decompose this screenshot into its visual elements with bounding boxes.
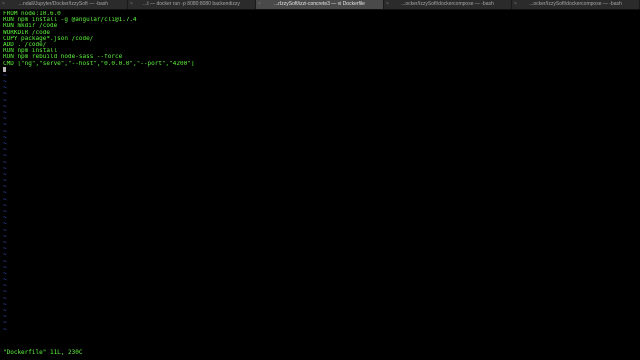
terminal-tab[interactable]: × ...ocker/IzzySoft/dockercompose — -bash — [384, 0, 512, 9]
empty-line-marker: ~ — [3, 326, 7, 333]
terminal-tab[interactable]: × ...rIzzySoft/izzi-concrete3 — vi Docker… — [256, 0, 384, 9]
terminal-tab[interactable]: × ...ndall/Jupyter/Docker/IzzySoft — -bas… — [0, 0, 128, 9]
terminal-tab-bar: × ...ndall/Jupyter/Docker/IzzySoft — -bas… — [0, 0, 640, 10]
terminal-tab-label: ...ocker/IzzySoft/dockercompose — -bash — [401, 1, 494, 7]
close-tab-icon[interactable]: × — [130, 0, 133, 9]
terminal-tab[interactable]: × ...t — docker run -p 8080:8080 backendi… — [128, 0, 256, 9]
text-cursor — [3, 66, 6, 72]
close-tab-icon[interactable]: × — [386, 0, 389, 9]
terminal-tab-label: ...rIzzySoft/izzi-concrete3 — vi Dockerf… — [274, 1, 365, 7]
close-tab-icon[interactable]: × — [258, 0, 261, 9]
vim-status-line: "Dockerfile" 11L, 230C — [3, 349, 83, 356]
terminal-tab-label: ...ndall/Jupyter/Docker/IzzySoft — -bash — [18, 1, 109, 7]
terminal-tab[interactable]: × ...ocker/IzzySoft/dockercompose — -bash — [512, 0, 640, 9]
close-tab-icon[interactable]: × — [514, 0, 517, 9]
terminal-tab-label: ...ocker/IzzySoft/dockercompose — -bash — [529, 1, 622, 7]
close-tab-icon[interactable]: × — [2, 0, 5, 9]
vim-editor-buffer[interactable]: FROM node:10.6.0 RUN npm install -g @angu… — [3, 11, 637, 349]
terminal-tab-label: ...t — docker run -p 8080:8080 backendiz… — [143, 1, 240, 7]
